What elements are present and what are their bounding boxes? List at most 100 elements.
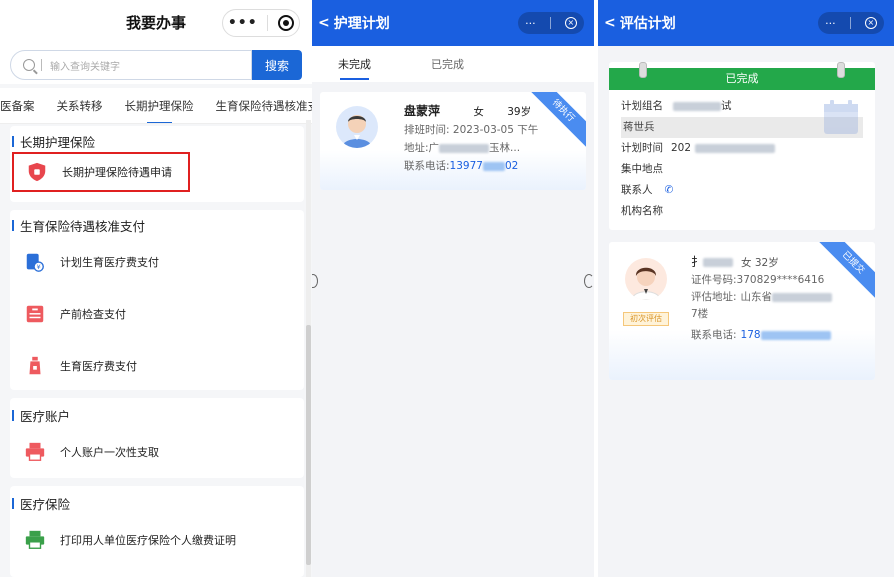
category-tabs: 医备案 关系转移 长期护理保险 生育保险待遇核准支 — [0, 88, 312, 124]
title-bar: < 护理计划 ··· × — [312, 0, 594, 46]
location-label: 集中地点 — [621, 163, 663, 175]
search-button[interactable]: 搜索 — [252, 50, 302, 80]
id-value: 370829****6416 — [736, 274, 825, 286]
back-button[interactable]: < 评估计划 — [604, 13, 676, 33]
tab-long-term-care[interactable]: 长期护理保险 — [125, 98, 194, 123]
avatar — [625, 258, 667, 300]
assessment-record-card[interactable]: 已提交 初次评估 扌女 32岁 证件号码:370829****6416 评估地址… — [609, 242, 875, 380]
calendar-icon — [824, 100, 858, 134]
redacted-group — [673, 101, 721, 111]
tab-completed[interactable]: 已完成 — [431, 56, 464, 72]
item-label: 计划生育医疗费支付 — [60, 256, 159, 269]
org-label: 机构名称 — [621, 205, 663, 217]
section-medical-insurance: 医疗保险 打印用人单位医疗保险个人缴费证明 — [10, 486, 304, 577]
status-bar: 已完成 — [609, 62, 875, 90]
assessment-type-tag: 初次评估 — [623, 312, 669, 326]
redacted-address — [439, 143, 490, 153]
group-suffix: 试 — [721, 100, 732, 112]
care-plan-card[interactable]: 待执行 盘蒙萍 女 39岁 排班时间: 2023-03-05 下午 地址:广 玉… — [320, 92, 586, 190]
screenshot-composite: 我要办事 ••• 输入查询关键字 搜索 医备案 关系转移 长期护理保险 生育保险… — [0, 0, 894, 577]
tab-transfer[interactable]: 关系转移 — [57, 98, 103, 114]
page-title: 评估计划 — [619, 16, 676, 32]
tab-incomplete[interactable]: 未完成 — [338, 56, 371, 80]
tab-record[interactable]: 医备案 — [0, 98, 35, 114]
schedule-value: 2023-03-05 下午 — [452, 124, 539, 136]
tab-maternity[interactable]: 生育保险待遇核准支 — [216, 98, 313, 114]
redacted-phone — [760, 330, 831, 340]
long-term-care-apply-item[interactable]: 长期护理保险待遇申请 — [12, 152, 190, 192]
mini-program-capsule: ••• — [222, 9, 300, 37]
family-planning-payment-item[interactable]: ¥ 计划生育医疗费支付 — [10, 236, 304, 288]
section-long-term-care: 长期护理保险 长期护理保险待遇申请 — [10, 126, 304, 202]
close-icon[interactable]: × — [564, 17, 577, 29]
title-bar: < 评估计划 ··· × — [598, 0, 894, 46]
capsule-divider — [549, 17, 551, 29]
mini-program-capsule: ··· × — [518, 12, 584, 34]
shield-icon — [28, 162, 46, 182]
item-label: 生育医疗费支付 — [60, 360, 137, 373]
address-label: 评估地址: — [691, 291, 737, 303]
item-label: 个人账户一次性支取 — [60, 446, 159, 459]
svg-text:¥: ¥ — [37, 263, 41, 271]
one-time-withdrawal-item[interactable]: 个人账户一次性支取 — [10, 426, 304, 478]
maternity-medical-payment-item[interactable]: 生育医疗费支付 — [10, 340, 304, 392]
scrollbar[interactable] — [306, 325, 311, 565]
redacted-address — [772, 292, 833, 302]
chevron-left-icon: < — [318, 15, 330, 31]
page-title: 我要办事 — [125, 13, 186, 32]
person-avatar-icon — [631, 267, 661, 300]
time-prefix: 202 — [671, 142, 692, 154]
redacted-phone — [482, 161, 505, 171]
more-button[interactable]: ··· — [825, 17, 836, 30]
back-button[interactable]: < 护理计划 — [318, 13, 390, 33]
assessment-plan-card[interactable]: 已完成 计划组名 试 蒋世兵 计划时间 202 集中地点 联系人 ✆ 机构名称 — [609, 62, 875, 230]
more-button[interactable]: ··· — [525, 17, 536, 30]
patient-name: 盘蒙萍 — [404, 104, 441, 118]
title-bar: 我要办事 ••• — [0, 0, 312, 44]
item-label: 长期护理保险待遇申请 — [62, 166, 172, 179]
avatar — [336, 106, 378, 148]
printer-icon — [25, 442, 45, 461]
address-prefix: 山东省 — [740, 291, 773, 303]
care-plan-info: 盘蒙萍 女 39岁 排班时间: 2023-03-05 下午 地址:广 玉林... … — [404, 102, 538, 175]
id-label: 证件号码: — [691, 274, 737, 286]
binder-clip-icon — [639, 62, 647, 78]
status-tabs: 未完成 已完成 — [312, 46, 594, 82]
phone-icon[interactable]: ✆ — [665, 184, 674, 196]
prenatal-check-item[interactable]: 产前检查支付 — [10, 288, 304, 340]
section-title: 生育保险待遇核准支付 — [10, 214, 304, 236]
capsule-divider — [267, 15, 269, 31]
gender-age: 女 32岁 — [741, 257, 779, 269]
male-avatar-icon — [342, 115, 372, 148]
phone-prefix[interactable]: 13977 — [450, 160, 483, 172]
section-maternity: 生育保险待遇核准支付 ¥ 计划生育医疗费支付 产前检查支付 生育医疗费支付 — [10, 210, 304, 390]
bottle-icon — [29, 356, 41, 375]
item-label: 打印用人单位医疗保险个人缴费证明 — [60, 534, 236, 547]
schedule-label: 排班时间: — [404, 124, 450, 136]
status-label: 已完成 — [725, 72, 759, 85]
close-icon[interactable]: × — [864, 17, 877, 29]
address-suffix: 玉林... — [489, 142, 521, 154]
person-name: 蒋世兵 — [623, 121, 655, 133]
services-panel: 我要办事 ••• 输入查询关键字 搜索 医备案 关系转移 长期护理保险 生育保险… — [0, 0, 312, 577]
address-line2: 7楼 — [691, 308, 709, 320]
phone-prefix[interactable]: 178 — [741, 329, 761, 341]
patient-age: 39岁 — [507, 106, 532, 118]
care-plan-panel: < 护理计划 ··· × 未完成 已完成 待执行 盘蒙萍 女 39岁 排班时间:… — [312, 0, 594, 577]
assessment-info: 扌 女 32岁 证件号码:370829****6416 评估地址: 山东省 7楼 联… — [691, 254, 833, 344]
item-label: 产前检查支付 — [60, 308, 126, 321]
search-input[interactable]: 输入查询关键字 — [10, 50, 252, 80]
search-icon — [23, 59, 35, 71]
phone-label: 联系电话: — [691, 329, 737, 341]
close-target-icon[interactable] — [278, 15, 295, 31]
more-button[interactable]: ••• — [228, 15, 258, 31]
section-title: 医疗保险 — [10, 492, 304, 514]
time-label: 计划时间 — [621, 142, 663, 154]
section-medical-account: 医疗账户 个人账户一次性支取 — [10, 398, 304, 478]
contact-label: 联系人 — [621, 184, 653, 196]
prenatal-check-icon — [26, 305, 44, 323]
page-title: 护理计划 — [333, 16, 390, 32]
address-prefix: 广 — [428, 142, 440, 154]
print-payment-certificate-item[interactable]: 打印用人单位医疗保险个人缴费证明 — [10, 514, 304, 566]
assessment-plan-panel: < 评估计划 ··· × 已完成 计划组名试 蒋世兵 计划时间 202 集中地点… — [598, 0, 894, 577]
